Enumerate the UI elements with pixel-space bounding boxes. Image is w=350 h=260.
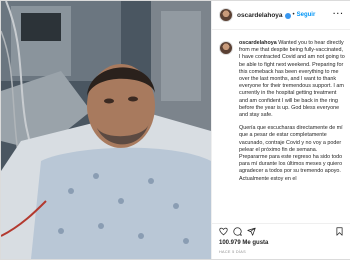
caption-english: Wanted you to hear directly from me that… <box>239 40 345 119</box>
verified-badge-icon <box>284 13 291 19</box>
post-sidebar: oscardelahoya • Seguir ··· oscardelahoya… <box>211 1 350 259</box>
heart-icon[interactable] <box>219 227 228 236</box>
username-link[interactable]: oscardelahoya <box>237 12 283 19</box>
post-date[interactable]: HACE 5 DÍAS <box>219 250 246 254</box>
follow-button[interactable]: Seguir <box>297 12 316 18</box>
caption-avatar[interactable] <box>219 41 233 55</box>
comment-icon[interactable] <box>233 227 242 236</box>
post-photo[interactable] <box>1 1 211 259</box>
hospital-photo-image <box>1 1 211 259</box>
more-icon[interactable]: ··· <box>333 9 344 18</box>
share-icon[interactable] <box>247 227 256 236</box>
instagram-post: oscardelahoya • Seguir ··· oscardelahoya… <box>0 0 350 260</box>
caption-spanish: Quería que escucharas directamente de mí… <box>239 125 343 182</box>
action-bar <box>212 223 350 238</box>
likes-count[interactable]: 100.979 Me gusta <box>219 240 268 246</box>
caption-text: oscardelahoya Wanted you to hear directl… <box>239 40 345 189</box>
post-header: oscardelahoya • Seguir ··· <box>212 1 350 30</box>
avatar[interactable] <box>219 8 233 22</box>
bookmark-icon[interactable] <box>335 227 344 236</box>
separator-dot: • <box>292 12 295 18</box>
caption-username[interactable]: oscardelahoya <box>239 40 277 46</box>
caption-section: oscardelahoya Wanted you to hear directl… <box>212 37 350 223</box>
